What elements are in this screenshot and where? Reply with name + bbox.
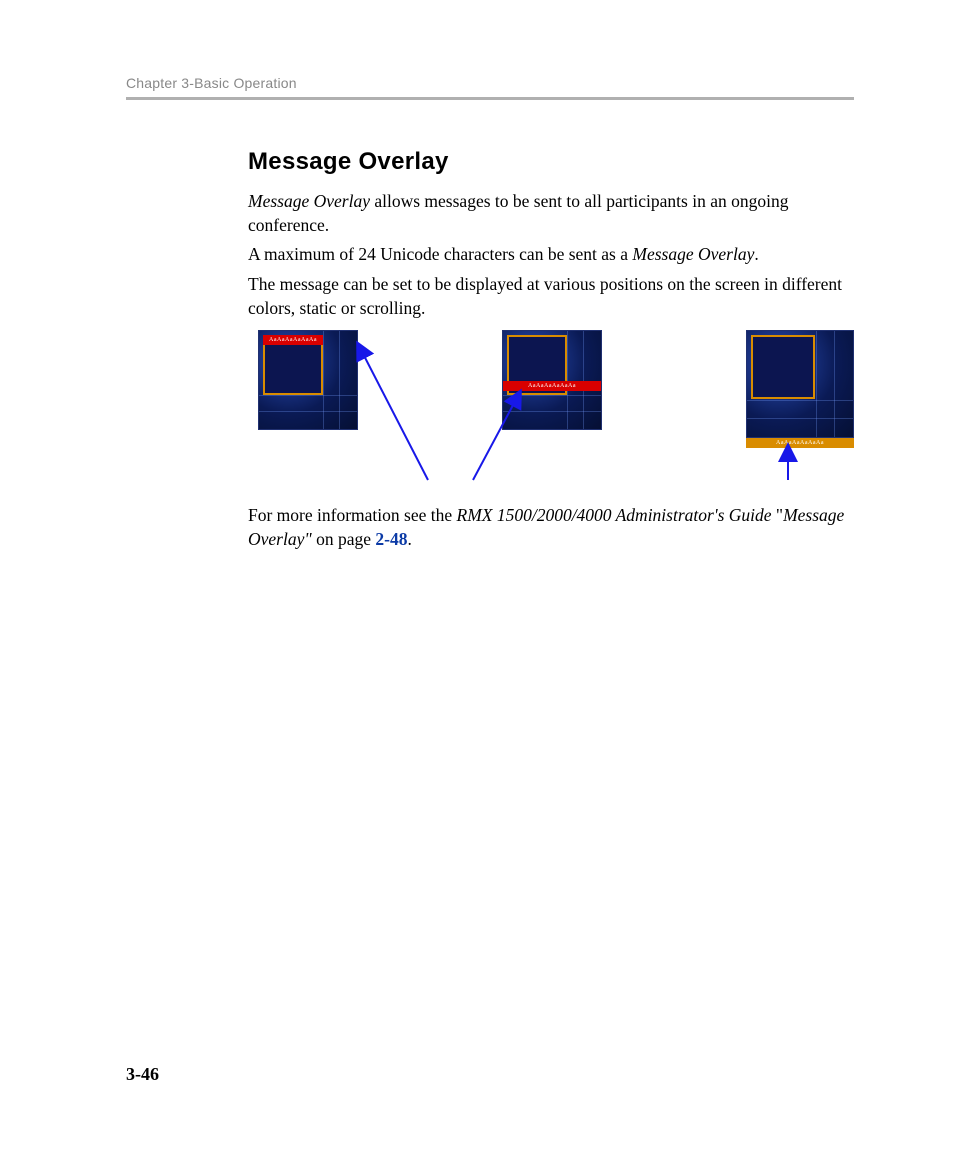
figure-row: AaAaAaAaAaAa AaAaAaAaAaAa <box>248 330 854 490</box>
page-number: 3-46 <box>126 1064 159 1085</box>
p2-italic: Message Overlay <box>632 244 754 264</box>
p4-a: For more information see the <box>248 505 457 525</box>
p4-italic1: RMX 1500/2000/4000 Administrator's Guide <box>457 505 772 525</box>
paragraph-4: For more information see the RMX 1500/20… <box>248 504 854 551</box>
overlay-bar-middle: AaAaAaAaAaAa <box>503 381 601 391</box>
p4-c: on page <box>312 529 376 549</box>
p4-d: . <box>407 529 411 549</box>
xref-link[interactable]: 2-48 <box>375 529 407 549</box>
section-title: Message Overlay <box>248 148 854 176</box>
header-rule <box>126 97 854 100</box>
paragraph-2: A maximum of 24 Unicode characters can b… <box>248 243 854 267</box>
content-block: Message Overlay Message Overlay allows m… <box>248 148 854 551</box>
chapter-header: Chapter 3-Basic Operation <box>126 75 854 91</box>
overlay-thumb-bottom <box>746 330 854 438</box>
p1-lead: Message Overlay <box>248 191 370 211</box>
p2-b: . <box>754 244 758 264</box>
p4-b: " <box>772 505 784 525</box>
overlay-thumb-top: AaAaAaAaAaAa <box>258 330 358 430</box>
overlay-thumb-middle: AaAaAaAaAaAa <box>502 330 602 430</box>
paragraph-3: The message can be set to be displayed a… <box>248 273 854 320</box>
overlay-bar-top: AaAaAaAaAaAa <box>263 335 323 345</box>
paragraph-1: Message Overlay allows messages to be se… <box>248 190 854 237</box>
p2-a: A maximum of 24 Unicode characters can b… <box>248 244 632 264</box>
overlay-bar-bottom: AaAaAaAaAaAa <box>746 438 854 448</box>
